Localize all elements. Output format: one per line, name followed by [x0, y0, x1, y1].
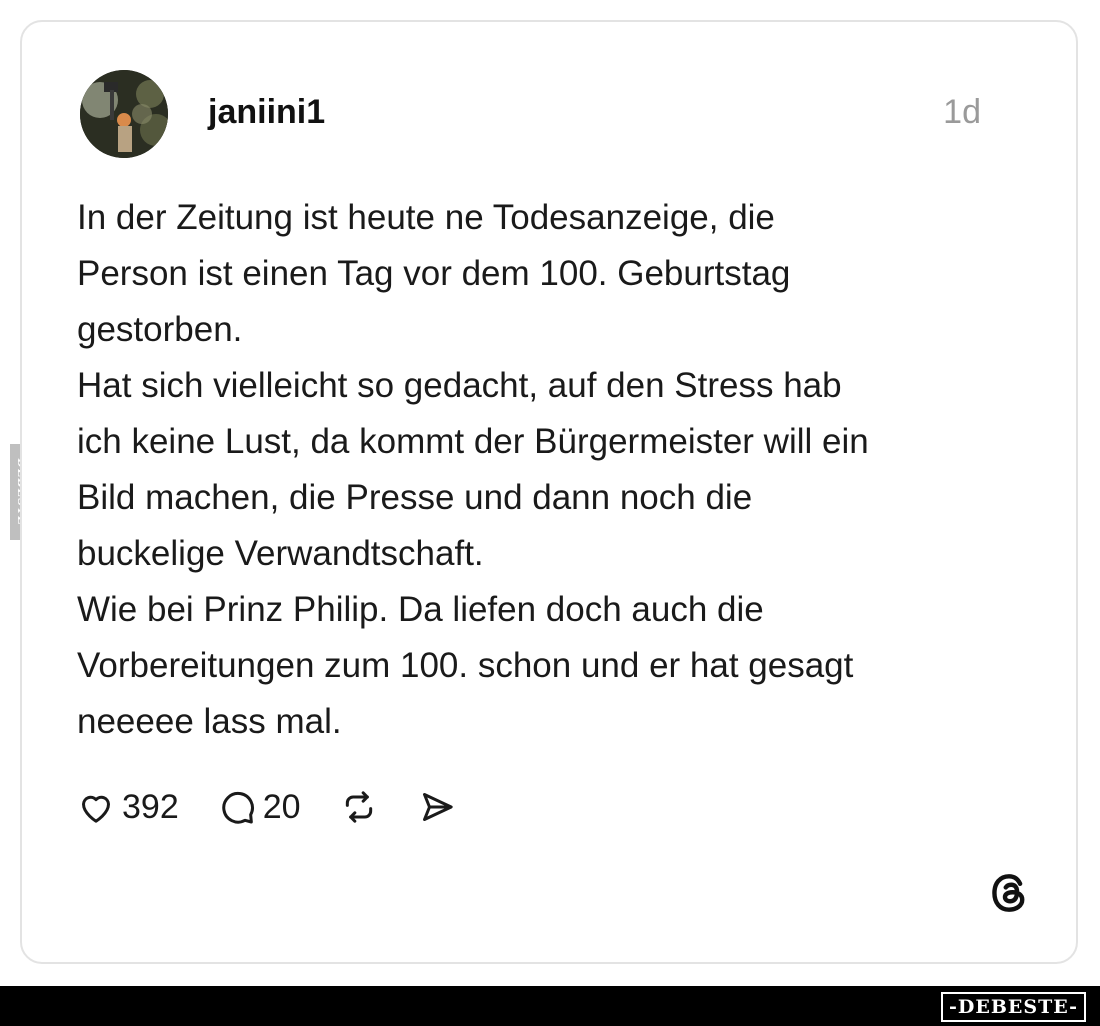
- repost-icon: [339, 787, 379, 827]
- post-card: janiini1 1d In der Zeitung ist heute ne …: [20, 20, 1078, 964]
- like-count: 392: [122, 788, 179, 826]
- post-text-line: gestorben.: [77, 310, 243, 349]
- post-text-line: Person ist einen Tag vor dem 100. Geburt…: [77, 254, 791, 293]
- post-body: In der Zeitung ist heute ne Todesanzeige…: [77, 190, 1037, 750]
- post-text-line: buckelige Verwandtschaft.: [77, 534, 484, 573]
- speech-bubble-icon: [217, 787, 257, 827]
- post-text-line: In der Zeitung ist heute ne Todesanzeige…: [77, 198, 775, 237]
- bottom-watermark-bar: -DEBESTE-: [0, 986, 1100, 1026]
- image-canvas: DEBESTE janiini1 1d In der Zeitung ist h…: [0, 0, 1100, 1026]
- timestamp: 1d: [943, 93, 981, 131]
- share-button[interactable]: [417, 787, 457, 827]
- post-text-line: ich keine Lust, da kommt der Bürgermeist…: [77, 422, 869, 461]
- send-icon: [417, 787, 457, 827]
- heart-icon: [76, 787, 116, 827]
- threads-logo-icon: [986, 870, 1032, 916]
- like-button[interactable]: 392: [76, 787, 179, 827]
- username[interactable]: janiini1: [208, 92, 325, 132]
- post-text-line: neeeee lass mal.: [77, 702, 342, 741]
- action-bar: 392 20: [76, 784, 495, 830]
- bottom-watermark: -DEBESTE-: [941, 992, 1086, 1022]
- post-text-line: Wie bei Prinz Philip. Da liefen doch auc…: [77, 590, 764, 629]
- post-text-line: Vorbereitungen zum 100. schon und er hat…: [77, 646, 854, 685]
- post-text-line: Bild machen, die Presse und dann noch di…: [77, 478, 753, 517]
- comment-button[interactable]: 20: [217, 787, 301, 827]
- avatar[interactable]: [80, 70, 168, 158]
- repost-button[interactable]: [339, 787, 379, 827]
- comment-count: 20: [262, 788, 301, 826]
- post-text-line: Hat sich vielleicht so gedacht, auf den …: [77, 366, 842, 405]
